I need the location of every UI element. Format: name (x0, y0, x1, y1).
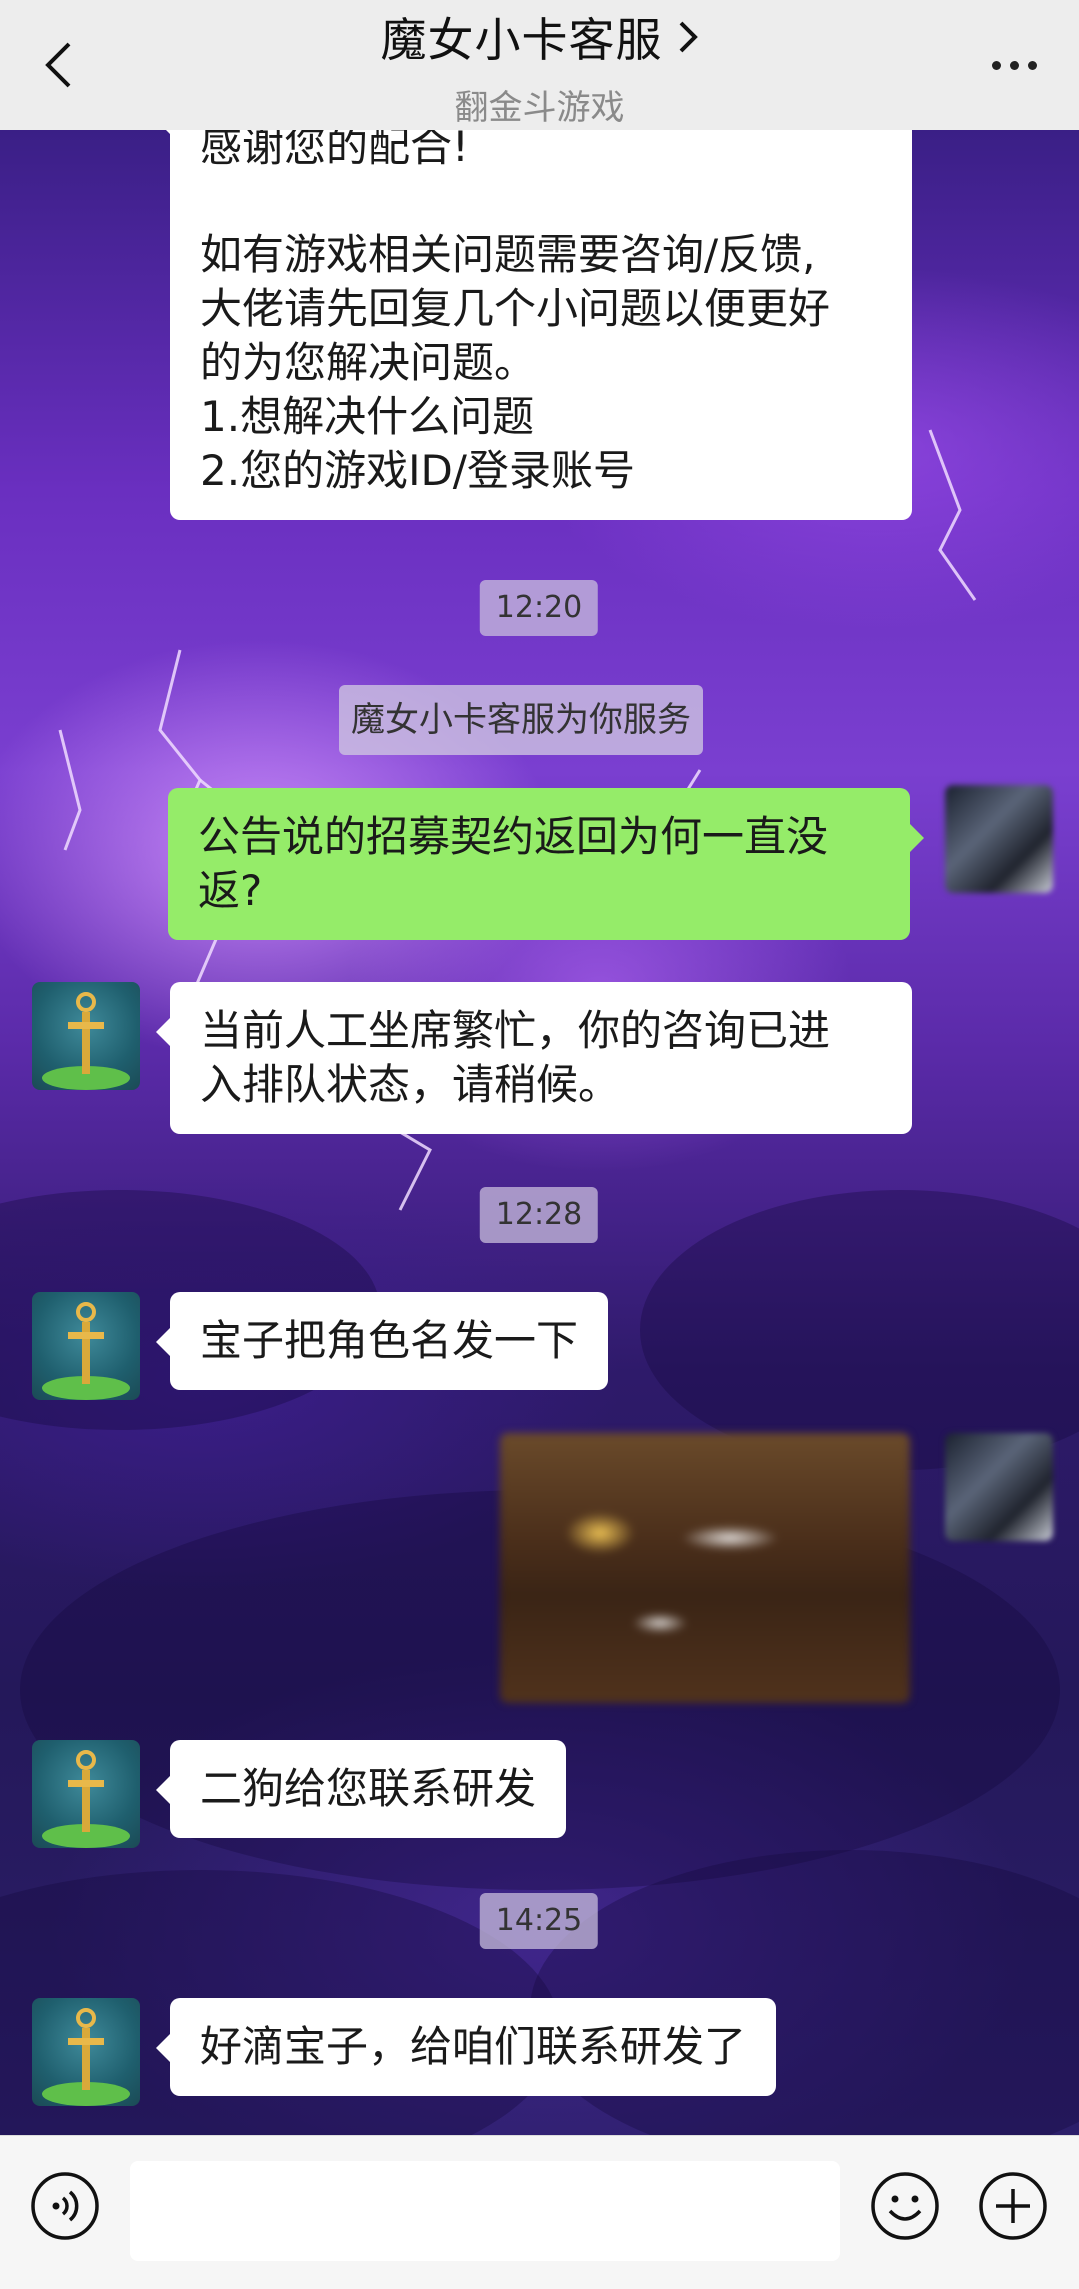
emoji-icon (871, 2172, 939, 2240)
agent-avatar[interactable] (32, 982, 140, 1090)
timestamp: 12:20 (479, 580, 599, 636)
timestamp: 12:28 (479, 1187, 599, 1243)
message-bubble-agent[interactable]: 好滴宝子，给咱们联系研发了 (155, 1998, 777, 2096)
plus-button[interactable] (978, 2171, 1048, 2241)
sword-icon (42, 2008, 130, 2106)
message-input[interactable] (130, 2161, 840, 2261)
chat-header: 魔女小卡客服 翻金斗游戏 (0, 0, 1079, 130)
message-line: 公告说的招募契约返回为何一直没 (198, 812, 829, 861)
message-line: 好滴宝子，给咱们联系研发了 (200, 2022, 747, 2071)
message-line: 宝子把角色名发一下 (200, 1316, 579, 1365)
message-bubble-agent[interactable]: 感谢您的配合! 如有游戏相关问题需要咨询/反馈, 大佬请先回复几个小问题以便更好… (156, 130, 912, 520)
message-line: 二狗给您联系研发 (200, 1764, 537, 1813)
voice-icon (31, 2172, 99, 2240)
message-bubble-agent[interactable]: 当前人工坐席繁忙，你的咨询已进 入排队状态，请稍候。 (156, 982, 912, 1134)
back-button[interactable] (28, 30, 88, 100)
emoji-button[interactable] (870, 2171, 940, 2241)
chevron-right-icon (679, 21, 698, 53)
message-line: 入排队状态，请稍候。 (200, 1060, 621, 1109)
plus-icon (979, 2172, 1047, 2240)
user-avatar[interactable] (945, 785, 1053, 893)
user-avatar[interactable] (945, 1433, 1053, 1541)
agent-avatar[interactable] (32, 1740, 140, 1848)
chat-subtitle: 翻金斗游戏 (454, 88, 625, 128)
message-line: 2.您的游戏ID/登录账号 (200, 446, 635, 495)
image-message[interactable] (500, 1433, 910, 1703)
chat-title: 魔女小卡客服 (380, 13, 663, 67)
voice-button[interactable] (30, 2171, 100, 2241)
message-line: 返? (198, 866, 263, 915)
more-icon-dot (1027, 60, 1037, 70)
message-line (200, 174, 882, 228)
input-bar (0, 2135, 1079, 2289)
message-line: 大佬请先回复几个小问题以便更好 (200, 284, 831, 333)
message-bubble-agent[interactable]: 宝子把角色名发一下 (155, 1292, 609, 1390)
more-icon-dot (1009, 60, 1019, 70)
message-line: 如有游戏相关问题需要咨询/反馈, (200, 230, 816, 279)
agent-avatar[interactable] (32, 1998, 140, 2106)
message-bubble-agent[interactable]: 二狗给您联系研发 (155, 1740, 567, 1838)
system-notice: 魔女小卡客服为你服务 (339, 685, 703, 755)
agent-avatar[interactable] (32, 1292, 140, 1400)
message-line: 感谢您的配合! (200, 130, 469, 171)
chat-title-area[interactable]: 魔女小卡客服 翻金斗游戏 (200, 4, 879, 129)
sword-icon (42, 1302, 130, 1400)
sword-icon (42, 1750, 130, 1848)
message-line: 的为您解决问题。 (200, 338, 537, 387)
timestamp: 14:25 (479, 1893, 599, 1949)
chevron-left-icon (45, 42, 71, 88)
message-line: 1.想解决什么问题 (200, 392, 535, 441)
message-line: 当前人工坐席繁忙，你的咨询已进 (200, 1006, 831, 1055)
more-button[interactable] (979, 40, 1049, 90)
chat-area[interactable]: 感谢您的配合! 如有游戏相关问题需要咨询/反馈, 大佬请先回复几个小问题以便更好… (0, 130, 1079, 2135)
sword-icon (42, 992, 130, 1090)
more-icon (991, 60, 1001, 70)
message-bubble-user[interactable]: 公告说的招募契约返回为何一直没 返? (168, 788, 924, 940)
